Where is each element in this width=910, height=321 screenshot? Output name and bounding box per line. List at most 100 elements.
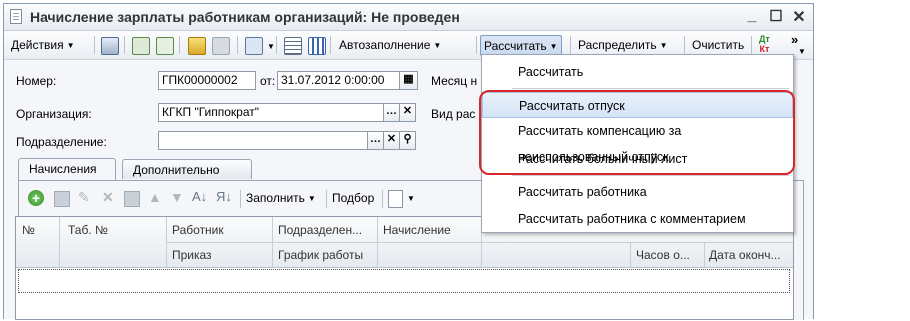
post-document-icon[interactable] bbox=[188, 37, 206, 55]
copy-row-icon[interactable] bbox=[54, 191, 70, 207]
chevron-down-icon: ▼ bbox=[307, 194, 316, 203]
add-row-icon[interactable]: + bbox=[28, 190, 44, 206]
chevron-down-icon: ▼ bbox=[798, 47, 806, 56]
toolbar-separator bbox=[476, 36, 477, 54]
chevron-down-icon: ▼ bbox=[549, 42, 558, 51]
toolbar-separator bbox=[330, 36, 331, 54]
dt-kt-button[interactable]: Дт Кт bbox=[759, 34, 770, 54]
chevron-down-icon[interactable]: ▼ bbox=[407, 194, 415, 203]
search-department-button[interactable]: ⚲ bbox=[400, 131, 416, 150]
clear-department-button[interactable]: ✕ bbox=[384, 131, 400, 150]
autofill-label: Автозаполнение bbox=[339, 38, 431, 52]
autofill-menu-button[interactable]: Автозаполнение ▼ bbox=[336, 35, 444, 55]
ellipsis-icon: … bbox=[370, 133, 381, 145]
distribute-menu-button[interactable]: Распределить ▼ bbox=[575, 35, 671, 55]
sort-ascending-icon[interactable]: A↓ bbox=[192, 189, 207, 204]
header-employee[interactable]: Работник bbox=[172, 223, 224, 237]
header-accrual[interactable]: Начисление bbox=[383, 223, 451, 237]
header-schedule[interactable]: График работы bbox=[278, 248, 363, 262]
chevron-down-icon: ▼ bbox=[66, 41, 75, 50]
column-divider bbox=[166, 217, 167, 267]
actions-menu-button[interactable]: Действия ▼ bbox=[8, 35, 78, 55]
month-label: Месяц н bbox=[431, 74, 478, 88]
dt-label: Дт bbox=[759, 34, 770, 44]
toolbar-separator bbox=[94, 36, 95, 54]
search-icon: ⚲ bbox=[403, 133, 412, 145]
toolbar-separator bbox=[276, 36, 277, 54]
toolbar-separator bbox=[570, 36, 571, 54]
menu-separator bbox=[512, 175, 789, 176]
header-row-divider bbox=[166, 242, 793, 243]
structure-icon[interactable] bbox=[308, 37, 326, 55]
toolbar-separator bbox=[124, 36, 125, 54]
header-end-date[interactable]: Дата оконч... bbox=[709, 248, 791, 262]
calculate-menu-button[interactable]: Рассчитать ▼ bbox=[480, 35, 562, 56]
sort-descending-icon[interactable]: Я↓ bbox=[216, 189, 232, 204]
movements-icon[interactable] bbox=[284, 37, 302, 55]
clear-x-icon: ✕ bbox=[386, 133, 397, 145]
edit-row-icon[interactable]: ✎ bbox=[78, 189, 90, 206]
ellipsis-icon: … bbox=[386, 105, 397, 117]
header-hours[interactable]: Часов о... bbox=[636, 248, 702, 262]
chevron-down-icon: ▼ bbox=[659, 41, 668, 50]
delete-row-icon[interactable]: ✕ bbox=[102, 189, 114, 206]
report-icon[interactable] bbox=[388, 190, 403, 208]
fill-menu-button[interactable]: Заполнить ▼ bbox=[246, 191, 316, 205]
menu-item-calculate-employee-comment[interactable]: Рассчитать работника с комментарием bbox=[482, 206, 793, 232]
toolbar-separator bbox=[240, 190, 241, 208]
table-row[interactable] bbox=[18, 269, 790, 293]
toolbar-separator bbox=[751, 36, 752, 54]
move-down-icon[interactable]: ▼ bbox=[170, 189, 184, 205]
maximize-button[interactable]: ☐ bbox=[766, 7, 786, 25]
unpost-document-icon[interactable] bbox=[212, 37, 230, 55]
header-tab-number[interactable]: Таб. № bbox=[68, 223, 108, 237]
end-edit-icon[interactable] bbox=[124, 191, 140, 207]
tab-additional[interactable]: Дополнительно bbox=[122, 159, 252, 179]
select-button[interactable]: Подбор bbox=[332, 191, 374, 205]
move-up-icon[interactable]: ▲ bbox=[148, 189, 162, 205]
copy-icon[interactable] bbox=[156, 37, 174, 55]
minimize-button[interactable]: _ bbox=[742, 7, 762, 25]
menu-item-calculate[interactable]: Рассчитать bbox=[482, 59, 793, 85]
refresh-icon[interactable] bbox=[132, 37, 150, 55]
toolbar-separator bbox=[179, 36, 180, 54]
organization-label: Организация: bbox=[16, 107, 92, 121]
close-button[interactable]: ✕ bbox=[789, 7, 809, 27]
header-number[interactable]: № bbox=[22, 223, 35, 237]
create-based-on-icon[interactable] bbox=[245, 37, 263, 55]
toolbar-separator bbox=[237, 36, 238, 54]
toolbar-separator bbox=[326, 190, 327, 208]
clear-organization-button[interactable]: ✕ bbox=[400, 103, 416, 122]
select-organization-button[interactable]: … bbox=[384, 103, 400, 122]
tab-accruals[interactable]: Начисления bbox=[18, 158, 116, 180]
column-divider bbox=[377, 217, 378, 267]
clear-x-icon: ✕ bbox=[402, 105, 413, 117]
calculate-label: Рассчитать bbox=[484, 39, 547, 53]
title-bar: Начисление зарплаты работникам организац… bbox=[4, 4, 813, 31]
calendar-icon: ▦ bbox=[403, 73, 414, 85]
save-icon[interactable] bbox=[101, 37, 119, 55]
more-commands-button[interactable]: » bbox=[791, 32, 798, 47]
header-order[interactable]: Приказ bbox=[172, 248, 212, 262]
date-label: от: bbox=[260, 74, 276, 88]
grid-toolbar: + ✎ ✕ ▲ ▼ A↓ Я↓ Заполнить ▼ Подбор ▼ bbox=[24, 187, 504, 211]
column-divider bbox=[630, 242, 631, 267]
chevron-down-icon[interactable]: ▼ bbox=[267, 42, 275, 51]
calendar-button[interactable]: ▦ bbox=[400, 71, 418, 90]
select-department-button[interactable]: … bbox=[368, 131, 384, 150]
number-field[interactable]: ГПК00000002 bbox=[158, 71, 256, 90]
chevron-down-icon: ▼ bbox=[433, 41, 442, 50]
department-field[interactable] bbox=[158, 131, 368, 150]
menu-separator bbox=[512, 88, 789, 89]
organization-field[interactable]: КГКП "Гиппократ" bbox=[158, 103, 384, 122]
window-title: Начисление зарплаты работникам организац… bbox=[30, 9, 460, 25]
highlight-annotation bbox=[479, 90, 795, 175]
header-department[interactable]: Подразделен... bbox=[278, 223, 374, 237]
clear-button[interactable]: Очистить bbox=[689, 35, 747, 55]
menu-item-calculate-employee[interactable]: Рассчитать работника bbox=[482, 179, 793, 205]
department-label: Подразделение: bbox=[16, 135, 107, 149]
date-field[interactable]: 31.07.2012 0:00:00 bbox=[277, 71, 400, 90]
toolbar-separator bbox=[684, 36, 685, 54]
distribute-label: Распределить bbox=[578, 38, 657, 52]
actions-label: Действия bbox=[11, 38, 64, 52]
